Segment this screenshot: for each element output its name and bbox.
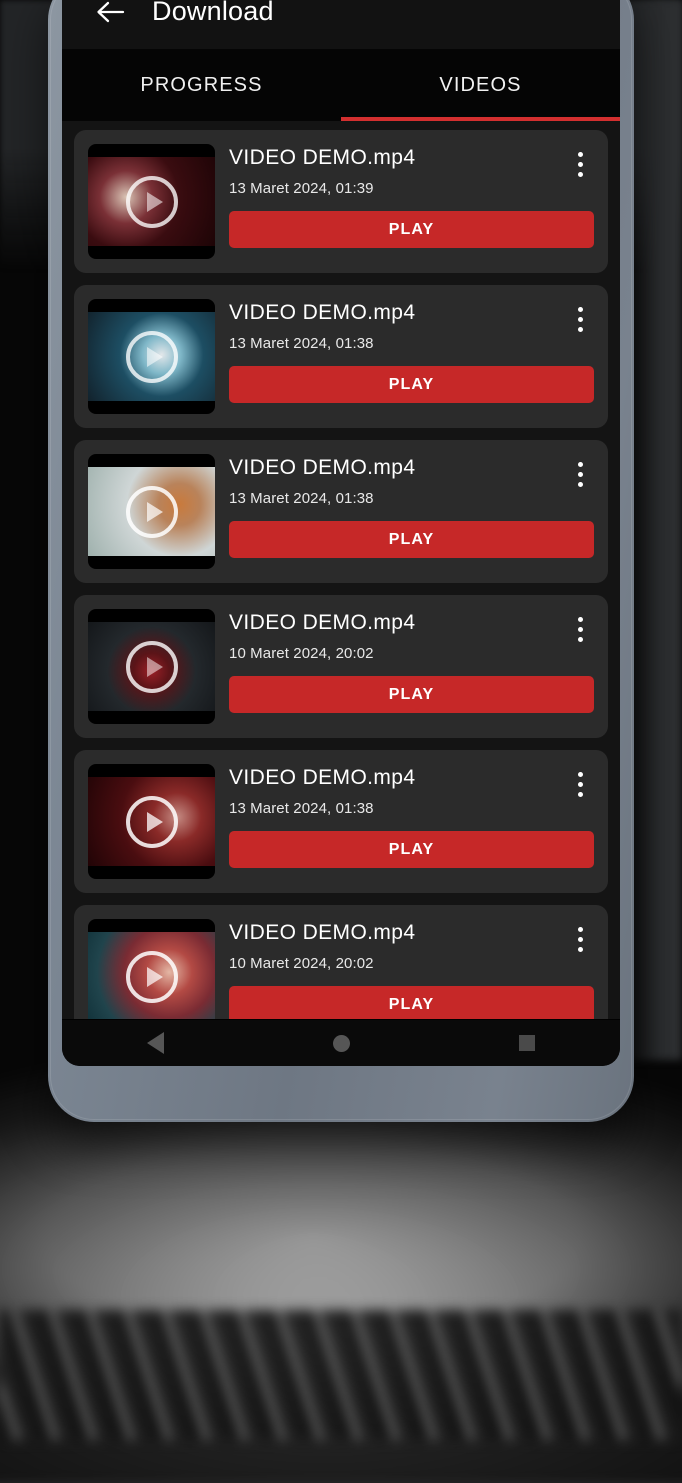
video-date: 13 Maret 2024, 01:38 [229, 490, 594, 507]
tab-progress[interactable]: PROGRESS [62, 49, 341, 121]
video-thumbnail[interactable] [88, 609, 215, 724]
background-bottom-stripes [0, 1310, 682, 1440]
triangle-back-icon [147, 1032, 164, 1054]
kebab-dot [578, 782, 583, 787]
kebab-dot [578, 472, 583, 477]
nav-home-button[interactable] [306, 1020, 376, 1066]
video-info: VIDEO DEMO.mp4 13 Maret 2024, 01:38 PLAY [229, 454, 594, 569]
video-list-item[interactable]: VIDEO DEMO.mp4 10 Maret 2024, 20:02 PLAY [74, 595, 608, 738]
video-thumbnail[interactable] [88, 299, 215, 414]
tab-videos-label: VIDEOS [439, 74, 521, 97]
kebab-dot [578, 327, 583, 332]
kebab-dot [578, 462, 583, 467]
nav-back-button[interactable] [120, 1020, 190, 1066]
kebab-dot [578, 307, 583, 312]
kebab-dot [578, 627, 583, 632]
video-list-item[interactable]: VIDEO DEMO.mp4 10 Maret 2024, 20:02 PLAY [74, 905, 608, 1019]
video-date: 10 Maret 2024, 20:02 [229, 955, 594, 972]
more-vertical-icon[interactable] [566, 611, 594, 647]
video-file-name: VIDEO DEMO.mp4 [229, 301, 594, 325]
more-vertical-icon[interactable] [566, 301, 594, 337]
video-thumbnail[interactable] [88, 454, 215, 569]
video-date: 13 Maret 2024, 01:38 [229, 800, 594, 817]
video-list-item[interactable]: VIDEO DEMO.mp4 13 Maret 2024, 01:38 PLAY [74, 285, 608, 428]
kebab-dot [578, 927, 583, 932]
video-info: VIDEO DEMO.mp4 13 Maret 2024, 01:38 PLAY [229, 299, 594, 414]
video-thumbnail[interactable] [88, 144, 215, 259]
thumbnail-artwork [88, 467, 215, 556]
thumbnail-artwork [88, 312, 215, 401]
kebab-dot [578, 937, 583, 942]
kebab-dot [578, 482, 583, 487]
video-file-name: VIDEO DEMO.mp4 [229, 611, 594, 635]
video-thumbnail[interactable] [88, 919, 215, 1019]
kebab-dot [578, 947, 583, 952]
video-file-name: VIDEO DEMO.mp4 [229, 456, 594, 480]
kebab-dot [578, 792, 583, 797]
video-thumbnail[interactable] [88, 764, 215, 879]
nav-recents-button[interactable] [492, 1020, 562, 1066]
kebab-dot [578, 317, 583, 322]
kebab-dot [578, 772, 583, 777]
video-info: VIDEO DEMO.mp4 10 Maret 2024, 20:02 PLAY [229, 609, 594, 724]
video-date: 13 Maret 2024, 01:39 [229, 180, 594, 197]
more-vertical-icon[interactable] [566, 766, 594, 802]
video-info: VIDEO DEMO.mp4 13 Maret 2024, 01:39 PLAY [229, 144, 594, 259]
tab-progress-label: PROGRESS [140, 74, 262, 97]
more-vertical-icon[interactable] [566, 456, 594, 492]
thumbnail-artwork [88, 777, 215, 866]
kebab-dot [578, 637, 583, 642]
thumbnail-artwork [88, 622, 215, 711]
kebab-dot [578, 162, 583, 167]
app-bar: Download [62, 0, 620, 49]
play-button[interactable]: PLAY [229, 521, 594, 558]
phone-screen: Download PROGRESS VIDEOS [62, 0, 620, 1066]
kebab-dot [578, 152, 583, 157]
page-title: Download [152, 0, 274, 27]
circle-home-icon [333, 1035, 350, 1052]
video-info: VIDEO DEMO.mp4 10 Maret 2024, 20:02 PLAY [229, 919, 594, 1019]
play-button[interactable]: PLAY [229, 676, 594, 713]
video-info: VIDEO DEMO.mp4 13 Maret 2024, 01:38 PLAY [229, 764, 594, 879]
more-vertical-icon[interactable] [566, 146, 594, 182]
play-button[interactable]: PLAY [229, 986, 594, 1019]
video-file-name: VIDEO DEMO.mp4 [229, 921, 594, 945]
play-button[interactable]: PLAY [229, 831, 594, 868]
play-button[interactable]: PLAY [229, 211, 594, 248]
tab-bar: PROGRESS VIDEOS [62, 49, 620, 121]
video-file-name: VIDEO DEMO.mp4 [229, 146, 594, 170]
play-button[interactable]: PLAY [229, 366, 594, 403]
thumbnail-artwork [88, 157, 215, 246]
thumbnail-artwork [88, 932, 215, 1019]
square-recents-icon [519, 1035, 535, 1051]
tab-active-indicator [341, 117, 620, 121]
video-list-item[interactable]: VIDEO DEMO.mp4 13 Maret 2024, 01:39 PLAY [74, 130, 608, 273]
more-vertical-icon[interactable] [566, 921, 594, 957]
phone-mockup-frame: Download PROGRESS VIDEOS [48, 0, 634, 1122]
video-list[interactable]: VIDEO DEMO.mp4 13 Maret 2024, 01:39 PLAY [62, 121, 620, 1019]
tab-videos[interactable]: VIDEOS [341, 49, 620, 121]
video-date: 10 Maret 2024, 20:02 [229, 645, 594, 662]
kebab-dot [578, 172, 583, 177]
video-date: 13 Maret 2024, 01:38 [229, 335, 594, 352]
video-list-item[interactable]: VIDEO DEMO.mp4 13 Maret 2024, 01:38 PLAY [74, 440, 608, 583]
video-file-name: VIDEO DEMO.mp4 [229, 766, 594, 790]
arrow-left-icon [95, 0, 125, 24]
back-button[interactable] [90, 0, 130, 32]
kebab-dot [578, 617, 583, 622]
android-nav-bar [62, 1019, 620, 1066]
video-list-item[interactable]: VIDEO DEMO.mp4 13 Maret 2024, 01:38 PLAY [74, 750, 608, 893]
